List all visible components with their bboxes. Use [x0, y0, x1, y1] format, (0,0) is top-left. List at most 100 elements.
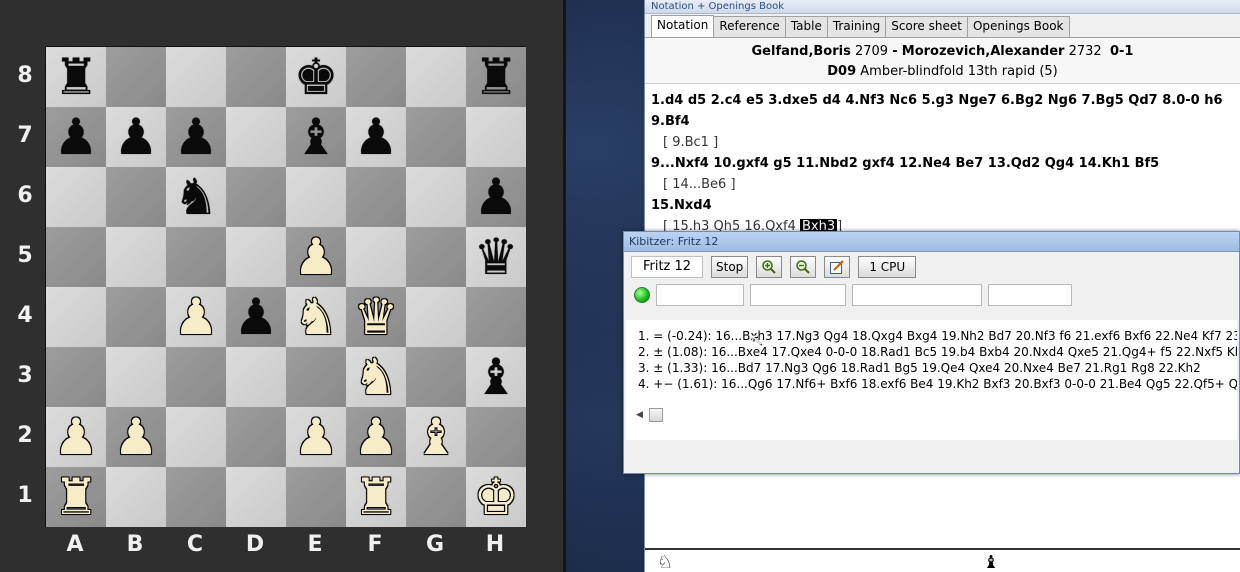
- white-king-icon[interactable]: ♚: [474, 467, 519, 527]
- white-knight-icon[interactable]: ♞: [354, 347, 399, 407]
- square-g5[interactable]: [406, 227, 466, 287]
- stop-button[interactable]: Stop: [711, 256, 749, 278]
- square-e4[interactable]: ♞: [286, 287, 346, 347]
- square-h1[interactable]: ♚: [466, 467, 526, 527]
- square-f6[interactable]: [346, 167, 406, 227]
- white-bishop-icon[interactable]: ♝: [414, 407, 459, 467]
- horizontal-scrollbar[interactable]: ◀: [636, 408, 666, 422]
- black-pawn-icon[interactable]: ♟: [114, 107, 159, 167]
- square-g1[interactable]: [406, 467, 466, 527]
- analysis-line[interactable]: 4. +− (1.61): 16...Qg6 17.Nf6+ Bxf6 18.e…: [638, 376, 1237, 392]
- square-e6[interactable]: [286, 167, 346, 227]
- white-pawn-icon[interactable]: ♟: [174, 287, 219, 347]
- black-king-icon[interactable]: ♚: [294, 47, 339, 107]
- moves-list[interactable]: 1.d4 d5 2.c4 e5 3.dxe5 d4 4.Nf3 Nc6 5.g3…: [645, 84, 1240, 243]
- white-rook-icon[interactable]: ♜: [354, 467, 399, 527]
- white-rook-icon[interactable]: ♜: [54, 467, 99, 527]
- tab-openings-book[interactable]: Openings Book: [966, 16, 1070, 37]
- square-b6[interactable]: [106, 167, 166, 227]
- square-d8[interactable]: [226, 47, 286, 107]
- square-f7[interactable]: ♟: [346, 107, 406, 167]
- black-pawn-icon[interactable]: ♟: [474, 167, 519, 227]
- square-b5[interactable]: [106, 227, 166, 287]
- square-c5[interactable]: [166, 227, 226, 287]
- scroll-left-icon[interactable]: ◀: [636, 407, 643, 423]
- square-d4[interactable]: ♟: [226, 287, 286, 347]
- variation-line[interactable]: [ 14...Be6 ]: [651, 174, 1234, 195]
- tab-reference[interactable]: Reference: [713, 16, 786, 37]
- zoom-in-button[interactable]: [756, 256, 783, 278]
- square-g6[interactable]: [406, 167, 466, 227]
- square-h2[interactable]: [466, 407, 526, 467]
- zoom-out-button[interactable]: [790, 256, 817, 278]
- white-pawn-icon[interactable]: ♟: [294, 407, 339, 467]
- cpu-button[interactable]: 1 CPU: [858, 256, 917, 278]
- black-knight-icon[interactable]: ♞: [174, 167, 219, 227]
- square-d7[interactable]: [226, 107, 286, 167]
- analysis-line[interactable]: 2. ± (1.08): 16...Bxe4 17.Qxe4 0-0-0 18.…: [638, 344, 1237, 360]
- analysis-line[interactable]: 1. = (-0.24): 16...Bxh3 17.Ng3 Qg4 18.Qx…: [638, 328, 1237, 344]
- square-h8[interactable]: ♜: [466, 47, 526, 107]
- black-queen-icon[interactable]: ♛: [474, 227, 519, 287]
- square-e7[interactable]: ♝: [286, 107, 346, 167]
- analysis-line[interactable]: 3. ± (1.33): 16...Bd7 17.Ng3 Qg6 18.Rad1…: [638, 360, 1227, 376]
- square-c7[interactable]: ♟: [166, 107, 226, 167]
- square-b4[interactable]: [106, 287, 166, 347]
- square-a4[interactable]: [46, 287, 106, 347]
- black-rook-icon[interactable]: ♜: [54, 47, 99, 107]
- move-line[interactable]: 15.Nxd4: [651, 195, 1234, 216]
- square-g8[interactable]: [406, 47, 466, 107]
- square-g3[interactable]: [406, 347, 466, 407]
- square-d3[interactable]: [226, 347, 286, 407]
- black-pawn-icon[interactable]: ♟: [174, 107, 219, 167]
- edit-button[interactable]: [824, 256, 851, 278]
- square-a1[interactable]: ♜: [46, 467, 106, 527]
- square-b8[interactable]: [106, 47, 166, 107]
- black-pawn-icon[interactable]: ♟: [234, 287, 279, 347]
- white-pawn-icon[interactable]: ♟: [354, 407, 399, 467]
- tab-training[interactable]: Training: [826, 16, 887, 37]
- square-h5[interactable]: ♛: [466, 227, 526, 287]
- tab-table[interactable]: Table: [784, 16, 828, 37]
- square-d1[interactable]: [226, 467, 286, 527]
- kibitzer-titlebar[interactable]: Kibitzer: Fritz 12: [624, 232, 1239, 252]
- square-f4[interactable]: ♛: [346, 287, 406, 347]
- square-e3[interactable]: [286, 347, 346, 407]
- square-h3[interactable]: ♝: [466, 347, 526, 407]
- black-rook-icon[interactable]: ♜: [474, 47, 519, 107]
- analysis-lines[interactable]: 1. = (-0.24): 16...Bxh3 17.Ng3 Qg4 18.Qx…: [626, 320, 1237, 440]
- square-c8[interactable]: [166, 47, 226, 107]
- square-a7[interactable]: ♟: [46, 107, 106, 167]
- square-b1[interactable]: [106, 467, 166, 527]
- move-line[interactable]: 9...Nxf4 10.gxf4 g5 11.Nbd2 gxf4 12.Ne4 …: [651, 153, 1234, 174]
- square-a8[interactable]: ♜: [46, 47, 106, 107]
- square-e2[interactable]: ♟: [286, 407, 346, 467]
- square-e1[interactable]: [286, 467, 346, 527]
- white-knight-icon[interactable]: ♞: [294, 287, 339, 347]
- square-h6[interactable]: ♟: [466, 167, 526, 227]
- move-line[interactable]: 9.Bf4: [651, 111, 1234, 132]
- square-c4[interactable]: ♟: [166, 287, 226, 347]
- notation-titlebar[interactable]: Notation + Openings Book: [645, 0, 1240, 14]
- square-a3[interactable]: [46, 347, 106, 407]
- square-b3[interactable]: [106, 347, 166, 407]
- square-g7[interactable]: [406, 107, 466, 167]
- square-b2[interactable]: ♟: [106, 407, 166, 467]
- square-g2[interactable]: ♝: [406, 407, 466, 467]
- square-b7[interactable]: ♟: [106, 107, 166, 167]
- tab-notation[interactable]: Notation: [651, 15, 715, 37]
- square-a5[interactable]: [46, 227, 106, 287]
- square-d5[interactable]: [226, 227, 286, 287]
- move-line[interactable]: 1.d4 d5 2.c4 e5 3.dxe5 d4 4.Nf3 Nc6 5.g3…: [651, 90, 1234, 111]
- square-e5[interactable]: ♟: [286, 227, 346, 287]
- square-d2[interactable]: [226, 407, 286, 467]
- square-c6[interactable]: ♞: [166, 167, 226, 227]
- square-d6[interactable]: [226, 167, 286, 227]
- white-pawn-icon[interactable]: ♟: [54, 407, 99, 467]
- engine-name-button[interactable]: Fritz 12: [631, 256, 703, 278]
- square-c2[interactable]: [166, 407, 226, 467]
- square-f3[interactable]: ♞: [346, 347, 406, 407]
- square-a6[interactable]: [46, 167, 106, 227]
- square-c3[interactable]: [166, 347, 226, 407]
- square-h4[interactable]: [466, 287, 526, 347]
